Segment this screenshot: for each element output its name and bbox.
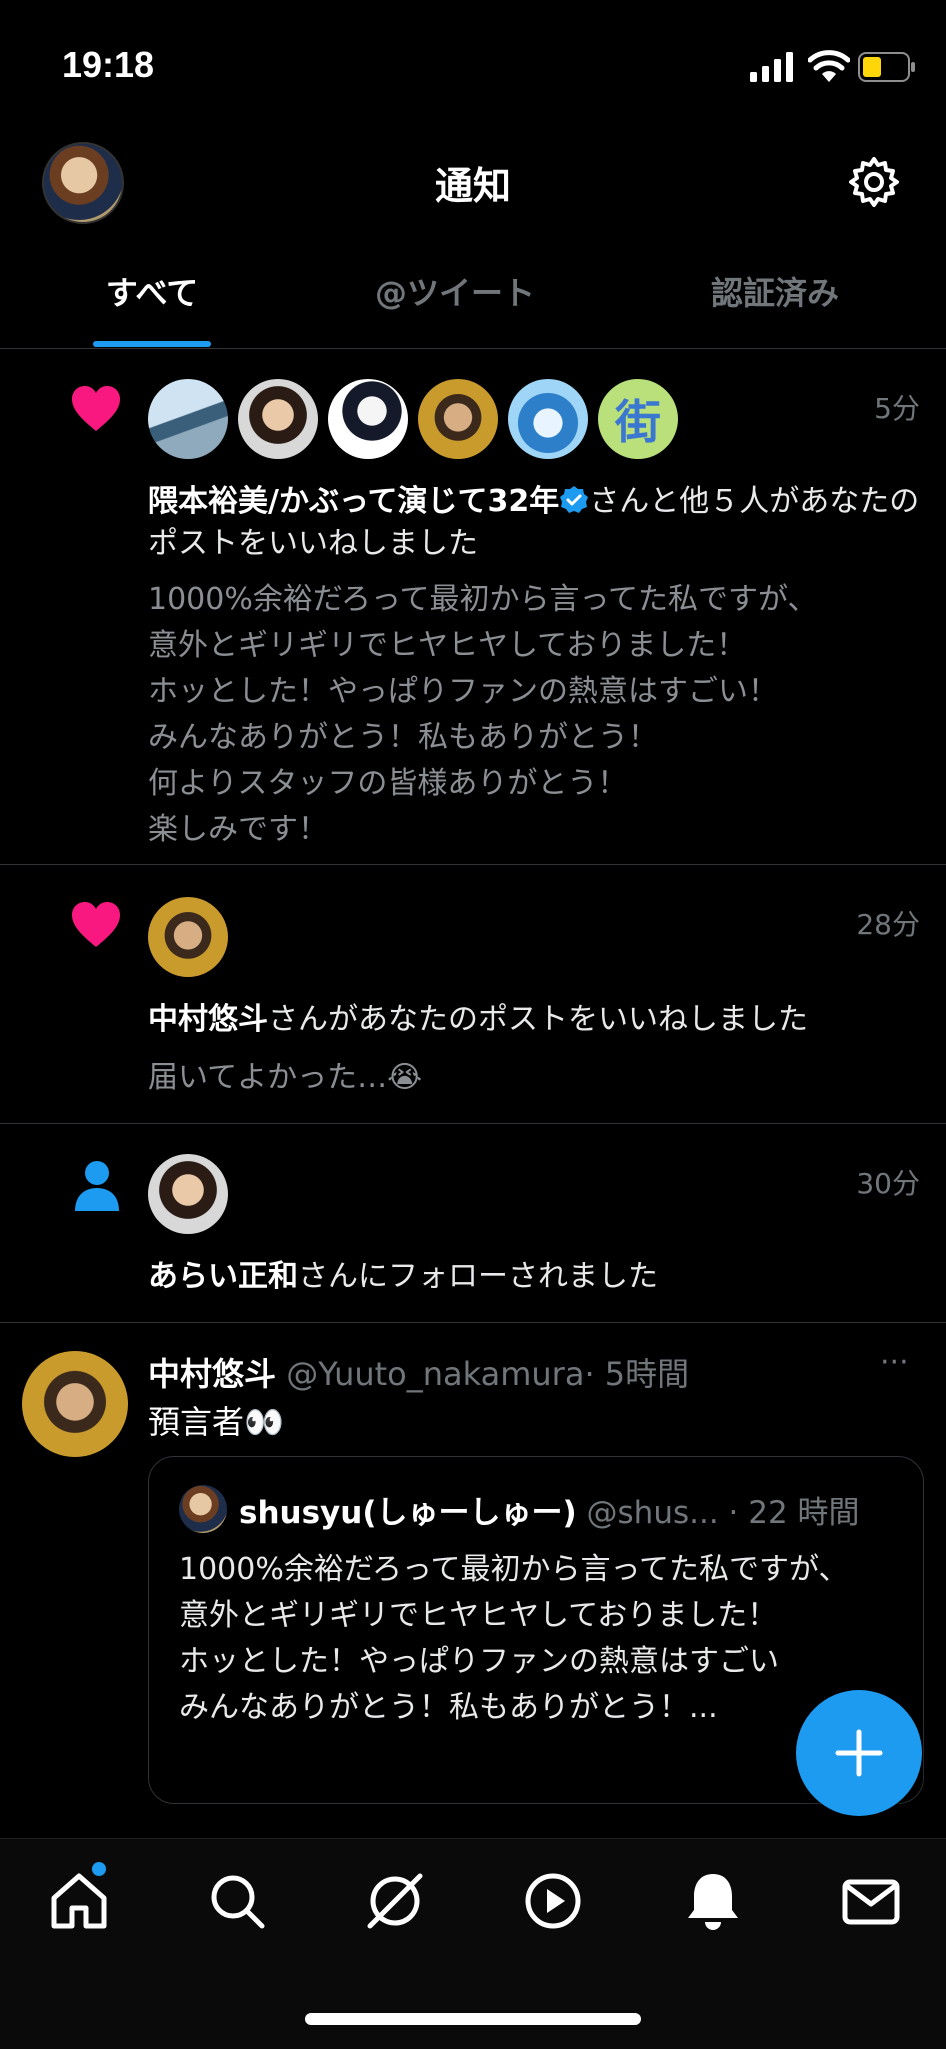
notification-like-group[interactable]: 街 5分 隈本裕美/かぶって演じて32年 さんと他５人があなたのポストをいいねしま… [0,349,946,864]
action-text: さんにフォローされました [298,1259,658,1294]
quote-author-name[interactable]: shusyu(しゅーしゅー) [239,1495,577,1531]
quote-author-handle[interactable]: @shus... [587,1495,719,1531]
spaces-icon[interactable] [362,1868,428,1934]
actor-name[interactable]: 中村悠斗 [148,1002,268,1037]
tab-verified[interactable]: 認証済み [660,268,890,314]
cellular-signal-icon [750,52,793,82]
notification-follow[interactable]: 30分 あらい正和さんにフォローされました [0,1124,946,1322]
author-avatar[interactable] [22,1351,128,1457]
tweet-header: 中村悠斗 @Yuuto_nakamura· 5時間 [148,1349,689,1395]
heart-icon [72,902,120,947]
quote-text: 1000%余裕だろって最初から言ってた私ですが、 意外とギリギリでヒヤヒヤしてお… [179,1552,849,1725]
quote-time: · 22 時間 [728,1495,860,1531]
compose-button[interactable] [796,1690,922,1816]
notification-time: 30分 [856,1167,920,1200]
tab-mentions[interactable]: @ツイート [340,268,570,314]
battery-icon [858,52,915,82]
verified-badge-icon [560,486,589,513]
liker-avatar-6[interactable]: 街 [598,379,678,459]
liker-avatar-5[interactable] [508,379,588,459]
page-title: 通知 [434,164,511,208]
mail-icon[interactable] [838,1868,904,1934]
actor-avatar[interactable] [148,1154,228,1234]
tweet-text: 預言者👀 [148,1403,284,1441]
settings-gear-icon[interactable] [848,156,900,208]
active-tab-indicator [93,341,211,347]
liker-avatar-2[interactable] [238,379,318,459]
notification-like[interactable]: 28分 中村悠斗さんがあなたのポストをいいねしました 届いてよかった…😭 [0,865,946,1123]
actor-avatar[interactable] [148,897,228,977]
post-excerpt: 届いてよかった…😭 [148,1060,423,1095]
bell-icon[interactable] [680,1868,746,1934]
notification-time: 28分 [856,908,920,941]
quote-header: shusyu(しゅーしゅー) @shus... · 22 時間 [239,1487,860,1532]
plus-icon [835,1729,883,1777]
tab-all[interactable]: すべて [40,268,264,314]
liker-avatar-1[interactable] [148,379,228,459]
actor-name[interactable]: あらい正和 [148,1259,298,1294]
notification-text: 中村悠斗さんがあなたのポストをいいねしました [148,999,928,1041]
tweet-time: · 5時間 [584,1355,690,1393]
post-excerpt: 1000%余裕だろって最初から言ってた私ですが、 意外とギリギリでヒヤヒヤしてお… [148,582,818,847]
notification-text: あらい正和さんにフォローされました [148,1256,928,1298]
action-text: さんがあなたのポストをいいねしました [268,1002,808,1037]
status-time: 19:18 [62,44,155,85]
more-options-icon[interactable]: ··· [880,1345,909,1380]
author-name[interactable]: 中村悠斗 [148,1355,276,1393]
home-badge-dot [92,1862,106,1876]
home-indicator [305,2013,641,2025]
heart-icon [72,386,120,431]
avatar-glyph: 街 [615,395,661,449]
search-icon[interactable] [204,1868,270,1934]
actor-name[interactable]: 隈本裕美/かぶって演じて32年 [148,484,559,519]
notification-text: 隈本裕美/かぶって演じて32年 さんと他５人があなたのポストをいいねしました [148,481,928,565]
home-icon[interactable] [46,1868,112,1934]
quote-author-avatar[interactable] [179,1485,227,1533]
liker-avatar-4[interactable] [418,379,498,459]
liker-avatar-3[interactable] [328,379,408,459]
wifi-icon [808,50,850,82]
notification-time: 5分 [874,392,920,425]
play-icon[interactable] [520,1868,586,1934]
person-icon [75,1161,119,1211]
author-handle[interactable]: @Yuuto_nakamura [286,1355,584,1393]
